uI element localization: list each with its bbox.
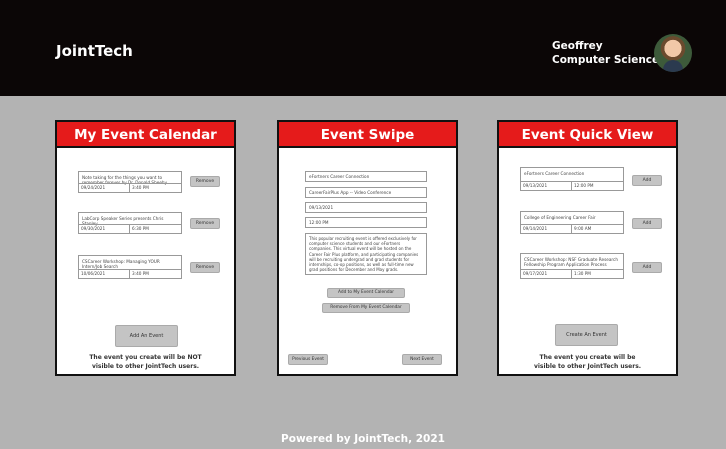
remove-button[interactable]: Remove [190, 218, 220, 229]
avatar[interactable] [654, 34, 692, 72]
calendar-event-card: LabCorp Speaker Series presents Chris St… [78, 212, 182, 234]
event-date: 09/17/2021 [521, 270, 572, 278]
panel-title: Event Swipe [279, 122, 456, 148]
event-time: 6:30 PM [132, 226, 149, 231]
event-description: CSCareer Workshop: NSF Graduate Research… [524, 257, 619, 268]
event-time: 12:00 PM [574, 183, 594, 188]
user-info: Geoffrey Computer Science [552, 39, 659, 67]
event-time: 3:40 PM [132, 185, 149, 190]
calendar-event-card: CSCareer Workshop: Managing YOUR Intern/… [78, 255, 182, 279]
event-time: 3:40 PM [132, 271, 149, 276]
calendar-event-card: Note taking for the things you want to r… [78, 171, 182, 193]
event-date-field: 09/13/2021 [305, 202, 427, 213]
app-header: JointTech Geoffrey Computer Science [0, 0, 726, 96]
footer-text: Powered by JointTech, 2021 [281, 433, 445, 445]
panel-title: Event Quick View [499, 122, 676, 148]
event-time: 1:30 PM [574, 271, 591, 276]
event-swipe-panel: Event Swipe eFortners Career Connection … [277, 120, 458, 376]
previous-event-button[interactable]: Previous Event [288, 354, 328, 365]
next-event-button[interactable]: Next Event [402, 354, 442, 365]
event-location-field: CareerFairPlus App -- Video Conference [305, 187, 427, 198]
quick-view-note: The event you create will be visible to … [533, 354, 642, 370]
remove-button[interactable]: Remove [190, 262, 220, 273]
quick-event-card: College of Engineering Career Fair 09/14… [520, 211, 624, 234]
event-name-field: eFortners Career Connection [305, 171, 427, 182]
event-date: 09/14/2021 [521, 225, 572, 233]
event-date: 09/13/2021 [521, 182, 572, 190]
add-button[interactable]: Add [632, 175, 662, 186]
add-event-button[interactable]: Add An Event [115, 325, 178, 347]
event-quick-view-panel: Event Quick View eFortners Career Connec… [497, 120, 678, 376]
event-date: 10/06/2021 [79, 270, 130, 278]
event-time: 9:00 AM [574, 226, 592, 231]
remove-from-calendar-button[interactable]: Remove From My Event Calendar [322, 303, 410, 313]
calendar-note: The event you create will be NOT visible… [89, 354, 202, 370]
create-event-button[interactable]: Create An Event [555, 324, 618, 346]
user-name: Geoffrey [552, 40, 603, 52]
event-time-field: 12:00 PM [305, 217, 427, 228]
add-button[interactable]: Add [632, 262, 662, 273]
event-description: eFortners Career Connection [524, 171, 585, 176]
quick-event-card: CSCareer Workshop: NSF Graduate Research… [520, 253, 624, 279]
panel-title: My Event Calendar [57, 122, 234, 148]
event-description: College of Engineering Career Fair [524, 215, 596, 220]
add-to-calendar-button[interactable]: Add to My Event Calendar [327, 288, 405, 298]
event-date: 09/24/2021 [79, 184, 130, 192]
brand-logo[interactable]: JointTech [56, 42, 133, 60]
my-event-calendar-panel: My Event Calendar Note taking for the th… [55, 120, 236, 376]
remove-button[interactable]: Remove [190, 176, 220, 187]
quick-event-card: eFortners Career Connection 09/13/2021 1… [520, 167, 624, 191]
user-department: Computer Science [552, 54, 660, 66]
event-description-field: This popular recruiting event is offered… [305, 233, 427, 275]
add-button[interactable]: Add [632, 218, 662, 229]
event-date: 09/30/2021 [79, 225, 130, 233]
